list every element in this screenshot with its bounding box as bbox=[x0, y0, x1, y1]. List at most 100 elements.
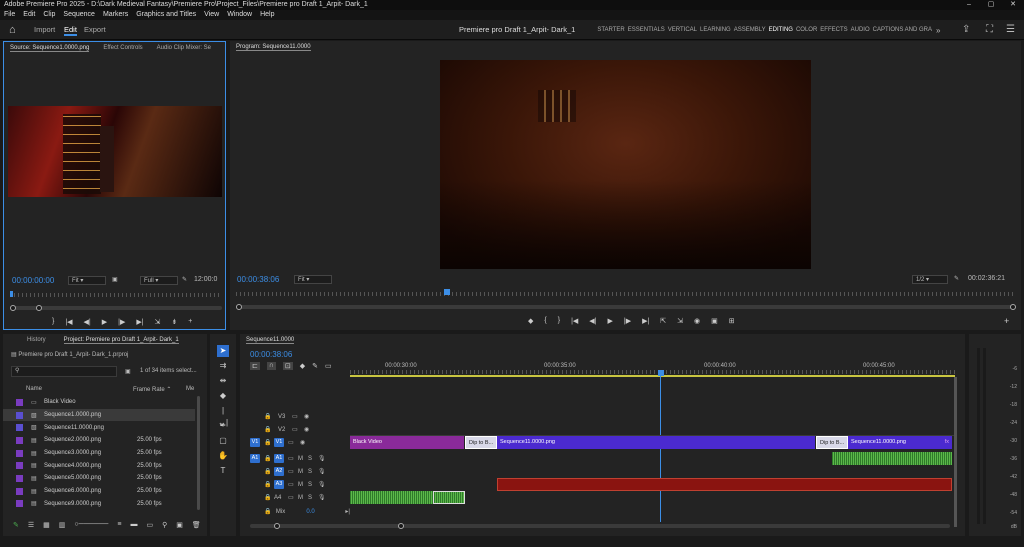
nest-icon[interactable]: ⊏ bbox=[250, 362, 260, 370]
timeline-playhead-handle[interactable] bbox=[658, 370, 664, 376]
step-back-icon[interactable]: ◀| bbox=[589, 317, 596, 325]
list-item[interactable]: ▤ Sequence2.0000.png 25.00 fps bbox=[3, 434, 195, 447]
rectangle-icon[interactable]: ▢ bbox=[217, 435, 229, 447]
trim-icon[interactable]: ⊞ bbox=[729, 317, 735, 325]
ripple-edit-icon[interactable]: ⇹ bbox=[217, 375, 229, 387]
menu-markers[interactable]: Markers bbox=[103, 10, 128, 20]
menu-edit[interactable]: Edit bbox=[23, 10, 35, 20]
mark-in-icon[interactable]: { bbox=[544, 317, 546, 325]
track-label[interactable]: A3 bbox=[274, 480, 284, 489]
ws-learning[interactable]: LEARNING bbox=[700, 27, 731, 33]
captions-icon[interactable]: ▭ bbox=[325, 362, 332, 370]
new-bin-icon[interactable]: ▬ bbox=[131, 521, 138, 529]
extract-icon[interactable]: ⇲ bbox=[677, 317, 683, 325]
lift-icon[interactable]: ⇱ bbox=[660, 317, 666, 325]
source-time-ruler[interactable] bbox=[10, 293, 222, 297]
mode-export[interactable]: Export bbox=[84, 25, 106, 34]
mic-icon[interactable]: 🎙 bbox=[318, 455, 326, 462]
ws-color[interactable]: COLOR bbox=[796, 27, 817, 33]
lock-icon[interactable]: 🔒 bbox=[264, 468, 274, 475]
tab-source[interactable]: Source: Sequence1.0000.png bbox=[10, 45, 90, 52]
film-icon[interactable]: ▭ bbox=[288, 439, 300, 446]
tab-effect-controls[interactable]: Effect Controls bbox=[103, 45, 142, 51]
add-button-icon[interactable]: + bbox=[1004, 316, 1009, 326]
program-zoom-dropdown[interactable]: Fit ▾ bbox=[294, 275, 332, 284]
menu-window[interactable]: Window bbox=[227, 10, 252, 20]
source-timecode[interactable]: 00:00:00:00 bbox=[12, 276, 54, 285]
play-icon[interactable]: ▶ bbox=[607, 317, 612, 325]
menu-file[interactable]: File bbox=[4, 10, 15, 20]
step-back-icon[interactable]: ◀| bbox=[84, 318, 91, 326]
mic-icon[interactable]: 🎙 bbox=[318, 468, 326, 475]
column-frame-rate[interactable]: Frame Rate ⌃ bbox=[133, 386, 171, 393]
tab-project[interactable]: Project: Premiere pro Draft 1_Arpit- Dar… bbox=[63, 337, 179, 344]
ws-essentials[interactable]: ESSENTIALS bbox=[628, 27, 665, 33]
play-icon[interactable]: ▶ bbox=[102, 318, 107, 326]
camera-icon[interactable]: ◉ bbox=[694, 317, 700, 325]
sync-icon[interactable]: ▭ bbox=[288, 481, 298, 488]
timeline-timecode[interactable]: 00:00:38:06 bbox=[250, 350, 292, 359]
ws-starter[interactable]: STARTER bbox=[597, 27, 624, 33]
audio-clip-a1[interactable] bbox=[832, 452, 952, 465]
audio-clip-a3[interactable] bbox=[497, 478, 952, 491]
compare-icon[interactable]: ▣ bbox=[711, 317, 718, 325]
tab-audio-clip-mixer[interactable]: Audio Clip Mixer: Se bbox=[157, 45, 211, 51]
mix-value[interactable]: 0.0 bbox=[306, 509, 345, 515]
project-scrollbar[interactable] bbox=[197, 396, 200, 510]
lock-icon[interactable]: 🔒 bbox=[264, 508, 276, 515]
share-icon[interactable]: ⇪ bbox=[962, 24, 970, 35]
scroll-handle-right[interactable] bbox=[398, 523, 404, 529]
work-area-bar[interactable] bbox=[350, 375, 955, 377]
program-zoom-scrollbar[interactable] bbox=[236, 304, 1016, 310]
column-media[interactable]: Me bbox=[186, 386, 194, 392]
audio-transition[interactable] bbox=[433, 491, 465, 504]
source-playhead[interactable] bbox=[10, 291, 13, 297]
solo-button[interactable]: S bbox=[308, 482, 318, 488]
source-patch-a1[interactable]: A1 bbox=[250, 454, 260, 463]
list-item[interactable]: ▤ Sequence9.0000.png 25.00 fps bbox=[3, 498, 195, 511]
track-label[interactable]: A1 bbox=[274, 454, 284, 463]
ws-audio[interactable]: AUDIO bbox=[851, 27, 870, 33]
tab-sequence[interactable]: Sequence11.0000 bbox=[246, 337, 295, 344]
add-marker-icon[interactable]: ◆ bbox=[528, 317, 533, 325]
program-resolution-dropdown[interactable]: 1/2 ▾ bbox=[912, 275, 948, 284]
timeline-hscroll[interactable] bbox=[250, 523, 950, 529]
lock-icon[interactable]: 🔒 bbox=[264, 426, 278, 433]
list-item[interactable]: ▧ Sequence11.0000.png bbox=[3, 421, 195, 434]
wrench-icon[interactable]: ✎ bbox=[182, 276, 187, 283]
source-zoom-scrollbar[interactable] bbox=[10, 305, 222, 311]
solo-button[interactable]: S bbox=[308, 469, 318, 475]
source-zoom-dropdown[interactable]: Fit ▾ bbox=[68, 276, 106, 285]
eye-icon[interactable]: ◉ bbox=[300, 439, 305, 446]
ws-captions[interactable]: CAPTIONS AND GRA bbox=[873, 27, 932, 33]
step-forward-icon[interactable]: |▶ bbox=[624, 317, 631, 325]
scroll-handle-left[interactable] bbox=[10, 305, 16, 311]
program-time-ruler[interactable] bbox=[236, 292, 1016, 296]
scroll-handle-left[interactable] bbox=[236, 304, 242, 310]
go-to-out-icon[interactable]: ▶| bbox=[642, 317, 649, 325]
trash-icon[interactable]: 🗑 bbox=[192, 521, 201, 529]
track-label[interactable]: A2 bbox=[274, 467, 284, 476]
slip-icon[interactable]: |↔| bbox=[217, 405, 229, 427]
sync-icon[interactable]: ▭ bbox=[288, 494, 298, 501]
scroll-handle-left[interactable] bbox=[274, 523, 280, 529]
minimize-button[interactable]: – bbox=[958, 0, 980, 10]
overwrite-icon[interactable]: ⇟ bbox=[171, 318, 177, 326]
razor-icon[interactable]: ◆ bbox=[217, 390, 229, 402]
type-icon[interactable]: T bbox=[217, 465, 229, 477]
transition-dip[interactable]: Dip to B... bbox=[816, 436, 848, 449]
solo-button[interactable]: S bbox=[308, 456, 318, 462]
transition-dip[interactable]: Dip to B... bbox=[465, 436, 497, 449]
new-folder-icon[interactable]: ▣ bbox=[176, 521, 183, 529]
lock-icon[interactable]: 🔒 bbox=[264, 481, 274, 488]
program-timecode[interactable]: 00:00:38:06 bbox=[237, 275, 279, 284]
source-patch-v1[interactable]: V1 bbox=[250, 438, 260, 447]
hand-icon[interactable]: ✋ bbox=[217, 450, 229, 462]
film-icon[interactable]: ▭ bbox=[292, 426, 304, 433]
film-icon[interactable]: ▭ bbox=[292, 413, 304, 420]
clip-sequence11[interactable]: Sequence11.0000.png fx bbox=[848, 436, 952, 449]
scroll-handle-right[interactable] bbox=[1010, 304, 1016, 310]
list-item[interactable]: ▤ Sequence5.0000.png 25.00 fps bbox=[3, 472, 195, 485]
add-marker-icon[interactable]: ◆ bbox=[300, 362, 305, 370]
mute-button[interactable]: M bbox=[298, 456, 308, 462]
